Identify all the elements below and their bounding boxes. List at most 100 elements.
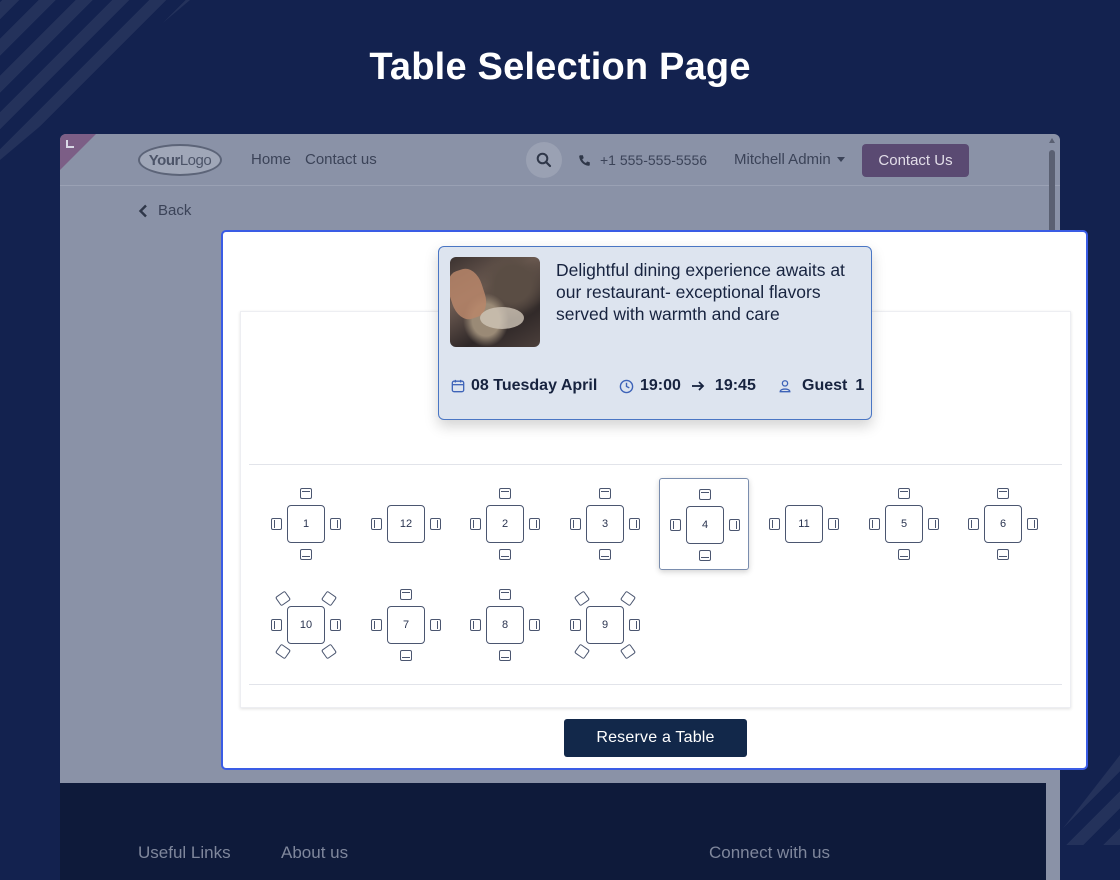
chair-icon [629, 518, 640, 530]
search-button[interactable] [526, 142, 562, 178]
phone-link[interactable]: +1 555-555-5556 [578, 152, 707, 168]
chair-icon [699, 489, 711, 500]
footer-edge [1046, 783, 1060, 880]
reserve-table-button[interactable]: Reserve a Table [564, 719, 747, 757]
chair-icon [729, 519, 740, 531]
chair-icon [330, 518, 341, 530]
table-4[interactable]: 4 [659, 478, 749, 570]
table-2[interactable]: 2 [460, 478, 550, 570]
table-selection-modal: 1 12 2 3 4 11 5 6 10 7 8 9 Delightful dining experi… [221, 230, 1088, 770]
chair-icon [997, 488, 1009, 499]
chair-icon [499, 650, 511, 661]
table-10[interactable]: 10 [261, 579, 351, 671]
booking-date-text: 08 Tuesday April [471, 377, 598, 394]
clock-icon [619, 379, 634, 393]
site-logo[interactable]: Your Logo [138, 144, 222, 176]
floor-divider-bottom [249, 684, 1062, 685]
chair-icon [619, 590, 637, 607]
table-5[interactable]: 5 [859, 478, 949, 570]
restaurant-image [450, 257, 540, 347]
nav-link-contact[interactable]: Contact us [305, 151, 377, 168]
chair-icon [599, 488, 611, 499]
chair-icon [430, 518, 441, 530]
table-number: 8 [486, 606, 524, 644]
booking-summary-card: Delightful dining experience awaits at o… [438, 246, 872, 420]
chair-icon [330, 619, 341, 631]
chair-icon [599, 549, 611, 560]
chair-icon [271, 518, 282, 530]
booking-guests: Guest 1 [778, 377, 864, 395]
back-label: Back [158, 202, 192, 219]
table-number: 11 [785, 505, 823, 543]
chair-icon [371, 518, 382, 530]
chair-icon [300, 549, 312, 560]
table-12[interactable]: 12 [361, 478, 451, 570]
table-number: 7 [387, 606, 425, 644]
logo-text-thin: Logo [179, 151, 212, 169]
chair-icon [898, 549, 910, 560]
calendar-icon [451, 379, 465, 393]
chair-icon [529, 619, 540, 631]
contact-us-button[interactable]: Contact Us [862, 144, 969, 177]
floor-divider-top [249, 464, 1062, 465]
table-6[interactable]: 6 [958, 478, 1048, 570]
chevron-down-icon [836, 157, 845, 162]
chair-icon [274, 643, 292, 660]
footer-about-us[interactable]: About us [281, 843, 348, 863]
site-navbar: Your Logo Home Contact us +1 555-555-5556… [60, 134, 1060, 186]
booking-meta: 08 Tuesday April 19:00 19:45 Guest 1 [451, 375, 865, 397]
arrow-right-icon [691, 381, 705, 391]
user-menu[interactable]: Mitchell Admin [734, 151, 845, 168]
phone-icon [579, 154, 590, 166]
booking-time-end: 19:45 [714, 377, 756, 394]
guests-label: Guest [802, 377, 848, 394]
back-link[interactable]: Back [138, 202, 191, 219]
chair-icon [769, 518, 780, 530]
chair-icon [300, 488, 312, 499]
scroll-up-arrow-icon[interactable] [1049, 138, 1055, 143]
table-number: 10 [287, 606, 325, 644]
table-7[interactable]: 7 [361, 579, 451, 671]
chair-icon [320, 643, 338, 660]
user-name: Mitchell Admin [734, 151, 831, 168]
chair-icon [828, 518, 839, 530]
chair-icon [1027, 518, 1038, 530]
chair-icon [320, 590, 338, 607]
chair-icon [430, 619, 441, 631]
chevron-left-icon [138, 204, 147, 217]
chair-icon [529, 518, 540, 530]
chair-icon [573, 643, 591, 660]
chair-icon [619, 643, 637, 660]
chair-icon [499, 488, 511, 499]
search-icon [536, 152, 552, 168]
nav-link-home[interactable]: Home [251, 151, 291, 168]
table-number: 1 [287, 505, 325, 543]
site-footer: Useful Links About us Connect with us [60, 783, 1046, 880]
restaurant-description: Delightful dining experience awaits at o… [556, 260, 845, 324]
chair-icon [629, 619, 640, 631]
chair-icon [928, 518, 939, 530]
guests-count: 1 [855, 377, 865, 394]
table-11[interactable]: 11 [759, 478, 849, 570]
table-9[interactable]: 9 [560, 579, 650, 671]
logo-text-bold: Your [148, 151, 181, 169]
chair-icon [997, 549, 1009, 560]
table-number: 5 [885, 505, 923, 543]
table-number: 12 [387, 505, 425, 543]
footer-useful-links[interactable]: Useful Links [138, 843, 231, 863]
table-number: 6 [984, 505, 1022, 543]
booking-time: 19:00 19:45 [619, 377, 756, 395]
page-title: Table Selection Page [369, 46, 751, 88]
table-3[interactable]: 3 [560, 478, 650, 570]
chair-icon [699, 550, 711, 561]
footer-connect[interactable]: Connect with us [709, 843, 830, 863]
chair-icon [570, 518, 581, 530]
chair-icon [968, 518, 979, 530]
chair-icon [371, 619, 382, 631]
chair-icon [470, 619, 481, 631]
chair-icon [898, 488, 910, 499]
table-1[interactable]: 1 [261, 478, 351, 570]
booking-time-start: 19:00 [640, 377, 681, 394]
chair-icon [470, 518, 481, 530]
table-8[interactable]: 8 [460, 579, 550, 671]
